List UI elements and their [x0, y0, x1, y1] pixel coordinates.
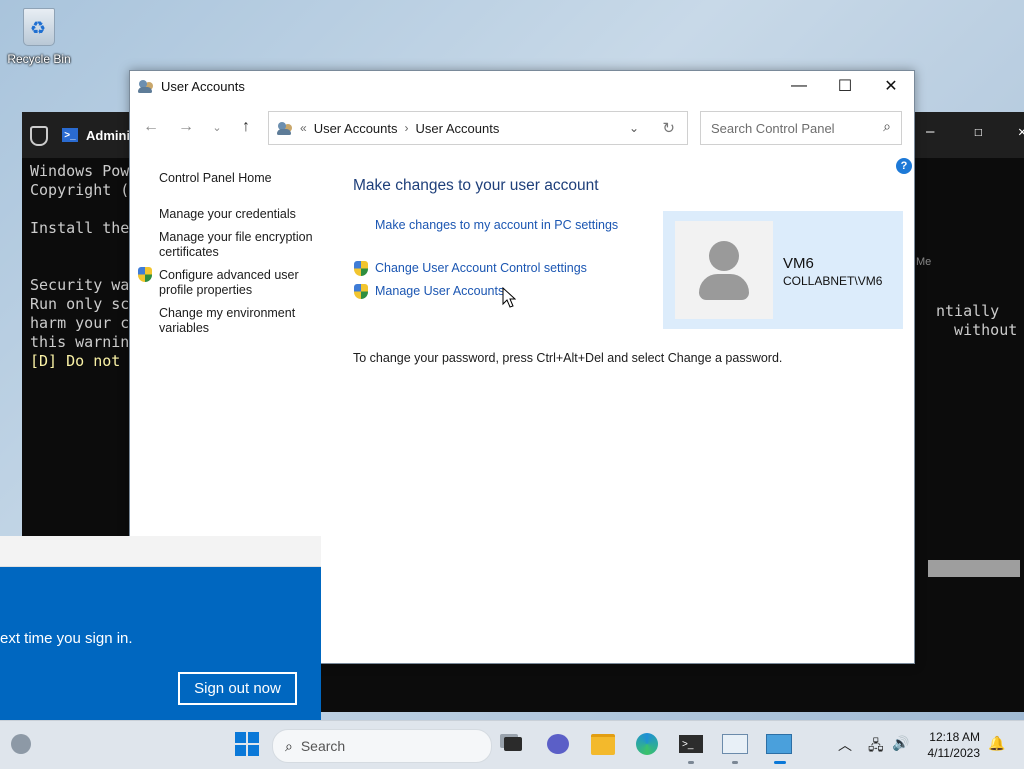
user-tile: VM6 COLLABNET\VM6	[663, 211, 903, 329]
refresh-icon[interactable]: ↻	[662, 119, 675, 137]
uac-shield-icon	[354, 261, 368, 276]
recycle-bin[interactable]: ♻ Recycle Bin	[6, 8, 72, 66]
user-avatar-icon	[709, 241, 739, 271]
mouse-cursor-icon	[502, 287, 516, 308]
control-panel-home-link[interactable]: Control Panel Home	[159, 171, 272, 186]
file-explorer-icon[interactable]	[590, 731, 616, 757]
user-name: VM6	[783, 255, 814, 272]
notifications-icon[interactable]: 🔔	[988, 735, 1005, 752]
search-input[interactable]	[709, 119, 873, 137]
breadcrumb-user-accounts-2[interactable]: User Accounts	[416, 121, 500, 136]
control-panel-icon[interactable]	[766, 731, 792, 757]
avatar	[675, 221, 773, 319]
advanced-profile-link[interactable]: Configure advanced user profile properti…	[159, 268, 309, 298]
minimize-button[interactable]: —	[776, 71, 822, 101]
windows-logo-icon	[235, 732, 259, 756]
address-user-accounts-icon	[277, 120, 293, 136]
chat-icon[interactable]	[545, 731, 571, 757]
breadcrumb-separator-icon[interactable]: ›	[405, 121, 409, 135]
terminal-maximize-button[interactable]: ☐	[974, 124, 982, 140]
close-button[interactable]: ✕	[868, 71, 914, 101]
recent-locations-chevron-icon[interactable]: ⌄	[205, 115, 229, 139]
help-icon[interactable]: ?	[896, 158, 912, 174]
terminal-tab-title: Admini	[86, 127, 131, 143]
sign-out-now-button[interactable]: Sign out now	[178, 672, 297, 705]
manage-user-accounts-link[interactable]: Manage User Accounts	[375, 284, 504, 298]
search-box[interactable]: ⌕	[700, 111, 902, 145]
edge-icon[interactable]	[634, 731, 660, 757]
uac-shield-icon	[138, 267, 152, 282]
terminal-scrollbar[interactable]	[928, 560, 1020, 577]
sign-out-notification: ext time you sign in. Sign out now	[0, 536, 321, 729]
terminal-minimize-button[interactable]: —	[926, 124, 934, 140]
password-note: To change your password, press Ctrl+Alt+…	[353, 351, 783, 365]
clock-time: 12:18 AM	[929, 730, 980, 744]
terminal-tab[interactable]: >_ Admini	[62, 128, 130, 143]
uac-shield-icon	[354, 284, 368, 299]
network-icon[interactable]: 🖧	[868, 735, 884, 759]
powershell-icon: >_	[62, 128, 78, 142]
address-bar[interactable]: « User Accounts › User Accounts ⌄ ↻	[268, 111, 688, 145]
volume-icon[interactable]: 🔊	[892, 735, 909, 752]
start-button[interactable]	[234, 731, 260, 757]
address-dropdown-chevron-icon[interactable]: ⌄	[629, 121, 639, 135]
clock[interactable]: 12:18 AM 4/11/2023	[918, 729, 981, 761]
window-titlebar[interactable]: User Accounts — ☐ ✕	[130, 71, 914, 101]
recycle-bin-label: Recycle Bin	[7, 52, 71, 66]
user-accounts-icon	[138, 78, 154, 94]
terminal-close-button[interactable]: ✕	[1018, 124, 1024, 140]
pc-settings-link[interactable]: Make changes to my account in PC setting…	[375, 218, 618, 232]
taskbar-search[interactable]: ⌕ Search	[272, 729, 492, 763]
shield-icon	[30, 126, 48, 146]
taskbar: ⌕ Search >_ ︿ 🖧 🔊 12:18 AM 4/11/2023 🔔	[0, 720, 1024, 769]
environment-variables-link[interactable]: Change my environment variables	[159, 306, 309, 336]
breadcrumb-user-accounts-1[interactable]: User Accounts	[314, 121, 398, 136]
address-overflow[interactable]: «	[300, 121, 307, 135]
clock-date: 4/11/2023	[927, 746, 981, 760]
terminal-output-right: ntially without	[936, 302, 1018, 339]
window-title: User Accounts	[161, 78, 245, 94]
show-hidden-icons-chevron-icon[interactable]: ︿	[838, 735, 852, 755]
widgets-icon[interactable]	[8, 731, 34, 757]
forward-arrow-icon[interactable]: →	[174, 115, 198, 139]
navigation-bar: ← → ⌄ ↑ « User Accounts › User Accounts …	[130, 101, 914, 155]
manage-credentials-link[interactable]: Manage your credentials	[159, 207, 296, 222]
search-icon: ⌕	[285, 737, 293, 754]
side-label: Me	[916, 256, 932, 268]
terminal-icon[interactable]: >_	[678, 731, 704, 757]
task-view-icon[interactable]	[500, 731, 526, 757]
notification-header	[0, 536, 321, 567]
performance-monitor-icon[interactable]	[722, 731, 748, 757]
notification-message: ext time you sign in.	[0, 630, 133, 647]
recycle-bin-icon: ♻	[23, 8, 55, 46]
page-heading: Make changes to your user account	[353, 177, 599, 194]
taskbar-search-label: Search	[300, 738, 346, 754]
search-icon[interactable]: ⌕	[883, 118, 891, 135]
file-encryption-link[interactable]: Manage your file encryption certificates	[159, 230, 319, 260]
back-arrow-icon[interactable]: ←	[139, 115, 163, 139]
uac-settings-link[interactable]: Change User Account Control settings	[375, 261, 587, 275]
up-arrow-icon[interactable]: ↑	[234, 115, 258, 139]
maximize-button[interactable]: ☐	[822, 71, 868, 101]
user-domain: COLLABNET\VM6	[783, 274, 883, 288]
